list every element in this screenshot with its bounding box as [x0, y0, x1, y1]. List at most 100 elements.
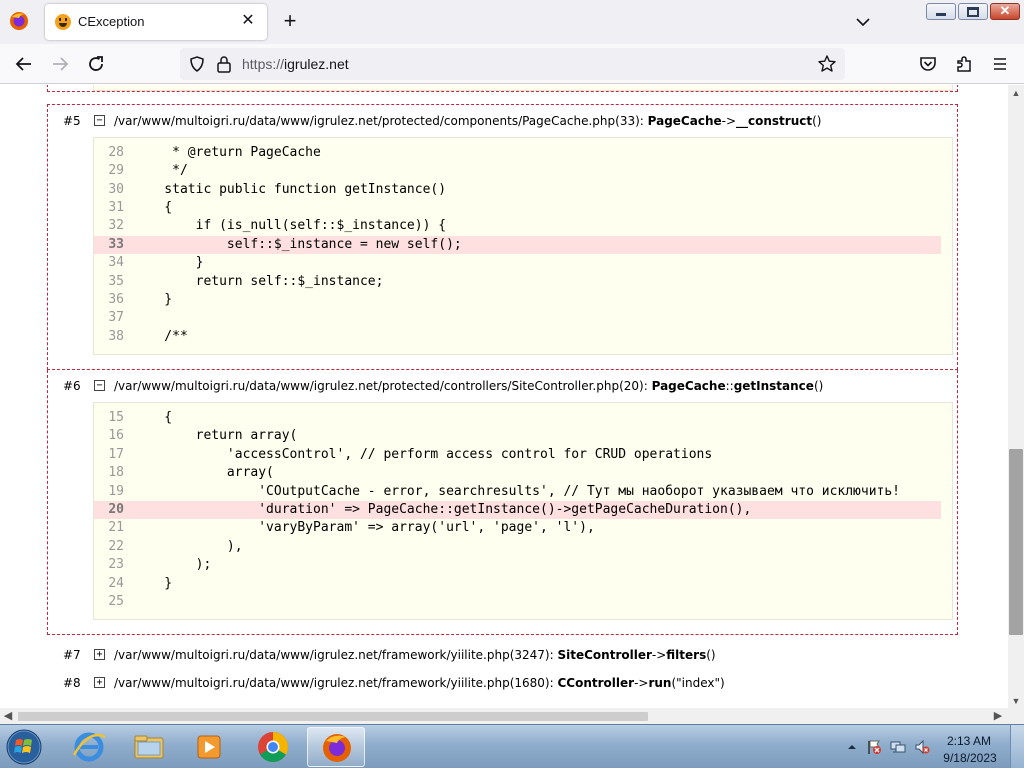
- volume-muted-icon[interactable]: [914, 739, 930, 755]
- code-line: 29 */: [94, 162, 952, 180]
- internet-explorer-icon[interactable]: [60, 727, 118, 767]
- line-number: 28: [108, 144, 124, 160]
- clock-date[interactable]: 9/18/2023: [940, 751, 1000, 765]
- stack-trace: 20 }21 if (array_key_exists(self::STATE_…: [0, 85, 1008, 699]
- code-line: 19 'COutputCache - error, searchresults'…: [94, 483, 952, 501]
- code-text: }: [133, 575, 173, 591]
- firefox-view-icon[interactable]: [8, 10, 30, 32]
- code-text: return self::$_instance;: [133, 273, 384, 289]
- code-text: */: [133, 163, 188, 179]
- code-line: 28 * @return PageCache: [94, 144, 952, 162]
- bookmark-star-icon[interactable]: [817, 54, 837, 74]
- reload-icon[interactable]: [84, 52, 108, 76]
- scroll-right-arrow-icon[interactable]: ▶: [993, 711, 1003, 722]
- tab-close-icon[interactable]: ✕: [238, 11, 258, 31]
- line-number: 23: [108, 557, 124, 573]
- code-text: );: [133, 557, 212, 573]
- code-text: 'COutputCache - error, searchresults', /…: [133, 483, 901, 499]
- scrollbar-corner: [1008, 708, 1024, 724]
- firefox-taskbar-icon[interactable]: [307, 727, 365, 767]
- expand-toggle-icon[interactable]: +: [94, 649, 105, 661]
- frame-number: #7: [63, 648, 81, 663]
- code-snippet: 28 * @return PageCache 29 */30 static pub…: [93, 136, 953, 356]
- code-text: 'accessControl', // perform access contr…: [133, 446, 713, 462]
- code-line: 37: [94, 309, 952, 327]
- frame-file-path[interactable]: /var/www/multoigri.ru/data/www/igrulez.n…: [114, 648, 716, 662]
- action-center-flag-icon[interactable]: [866, 739, 882, 755]
- window-minimize-button[interactable]: [926, 3, 956, 20]
- clock-time[interactable]: 2:13 AM: [942, 734, 996, 748]
- code-text: array(: [133, 465, 274, 481]
- chrome-icon[interactable]: [244, 727, 302, 767]
- code-text: }: [133, 255, 204, 271]
- line-number: 31: [108, 199, 124, 215]
- extensions-puzzle-icon[interactable]: [952, 52, 976, 76]
- line-number: 33: [108, 236, 124, 252]
- line-number: 35: [108, 273, 124, 289]
- line-number: 24: [108, 575, 124, 591]
- stack-frame-collapsed: #8 + /var/www/multoigri.ru/data/www/igru…: [47, 667, 958, 699]
- frame-number: #8: [63, 676, 81, 691]
- forward-arrow-icon[interactable]: [48, 52, 72, 76]
- new-tab-button[interactable]: +: [279, 10, 301, 32]
- line-number: 29: [108, 163, 124, 179]
- hamburger-menu-icon[interactable]: [988, 52, 1012, 76]
- url-host: igrulez.net: [284, 56, 349, 72]
- frame-number: #5: [63, 113, 81, 128]
- code-text: }: [133, 291, 173, 307]
- tab-favicon-icon: [55, 14, 71, 30]
- code-text: * @return PageCache: [133, 144, 321, 160]
- frame-file-path[interactable]: /var/www/multoigri.ru/data/www/igrulez.n…: [114, 379, 823, 393]
- horizontal-scroll-thumb[interactable]: [18, 712, 648, 721]
- file-explorer-icon[interactable]: [120, 727, 178, 767]
- start-orb-icon[interactable]: [2, 726, 46, 768]
- line-number: 37: [108, 310, 124, 326]
- frame-file-path[interactable]: /var/www/multoigri.ru/data/www/igrulez.n…: [114, 676, 725, 690]
- url-bar[interactable]: https://igrulez.net: [180, 48, 845, 80]
- system-tray: 2:13 AM 9/18/2023: [842, 725, 1024, 768]
- taskbar: 2:13 AM 9/18/2023: [0, 724, 1024, 768]
- frame-header: #6 − /var/www/multoigri.ru/data/www/igru…: [48, 370, 957, 402]
- show-hidden-icons-icon[interactable]: [844, 739, 860, 755]
- media-player-icon[interactable]: [180, 727, 238, 767]
- code-line: 24 }: [94, 575, 952, 593]
- lock-icon[interactable]: [216, 55, 232, 73]
- line-number: 17: [108, 446, 124, 462]
- scroll-down-arrow-icon[interactable]: ▼: [1011, 696, 1021, 706]
- code-line: 15 {: [94, 409, 952, 427]
- code-text: /**: [133, 328, 188, 344]
- line-number: 34: [108, 255, 124, 271]
- url-text[interactable]: https://igrulez.net: [242, 56, 349, 72]
- code-text: static public function getInstance(): [133, 181, 447, 197]
- list-all-tabs-icon[interactable]: [853, 12, 873, 32]
- frame-header: #7 + /var/www/multoigri.ru/data/www/igru…: [47, 639, 958, 667]
- code-line-highlighted: 20 'duration' => PageCache::getInstance(…: [94, 501, 941, 520]
- pocket-icon[interactable]: [916, 52, 940, 76]
- vertical-scrollbar[interactable]: ▲ ▼: [1008, 85, 1024, 708]
- horizontal-scrollbar[interactable]: ◀ ▶: [0, 708, 1008, 724]
- show-desktop-button[interactable]: [1010, 725, 1024, 768]
- window-close-button[interactable]: ✕: [990, 3, 1020, 20]
- network-icon[interactable]: [890, 739, 906, 755]
- code-line: 32 if (is_null(self::$_instance)) {: [94, 217, 952, 235]
- code-line: 31 {: [94, 199, 952, 217]
- stack-frame: #6 − /var/www/multoigri.ru/data/www/igru…: [47, 370, 958, 636]
- frame-file-path[interactable]: /var/www/multoigri.ru/data/www/igrulez.n…: [114, 114, 821, 128]
- stack-frame: #5 − /var/www/multoigri.ru/data/www/igru…: [47, 103, 958, 371]
- back-arrow-icon[interactable]: [12, 52, 36, 76]
- code-line: 36 }: [94, 291, 952, 309]
- code-text: {: [133, 410, 173, 426]
- navigation-toolbar: https://igrulez.net: [0, 44, 1024, 84]
- scroll-up-arrow-icon[interactable]: ▲: [1011, 88, 1021, 98]
- collapse-toggle-icon[interactable]: −: [94, 380, 105, 392]
- code-text: return array(: [133, 428, 298, 444]
- tab-cexception[interactable]: CException ✕: [45, 4, 267, 40]
- stack-frame-collapsed: #7 + /var/www/multoigri.ru/data/www/igru…: [47, 639, 958, 667]
- collapse-toggle-icon[interactable]: −: [94, 114, 105, 126]
- url-scheme: https://: [242, 56, 285, 72]
- tracking-protection-shield-icon[interactable]: [188, 55, 206, 73]
- window-maximize-button[interactable]: [958, 3, 988, 20]
- expand-toggle-icon[interactable]: +: [94, 677, 105, 689]
- vertical-scroll-thumb[interactable]: [1009, 449, 1023, 635]
- scroll-left-arrow-icon[interactable]: ◀: [3, 711, 13, 722]
